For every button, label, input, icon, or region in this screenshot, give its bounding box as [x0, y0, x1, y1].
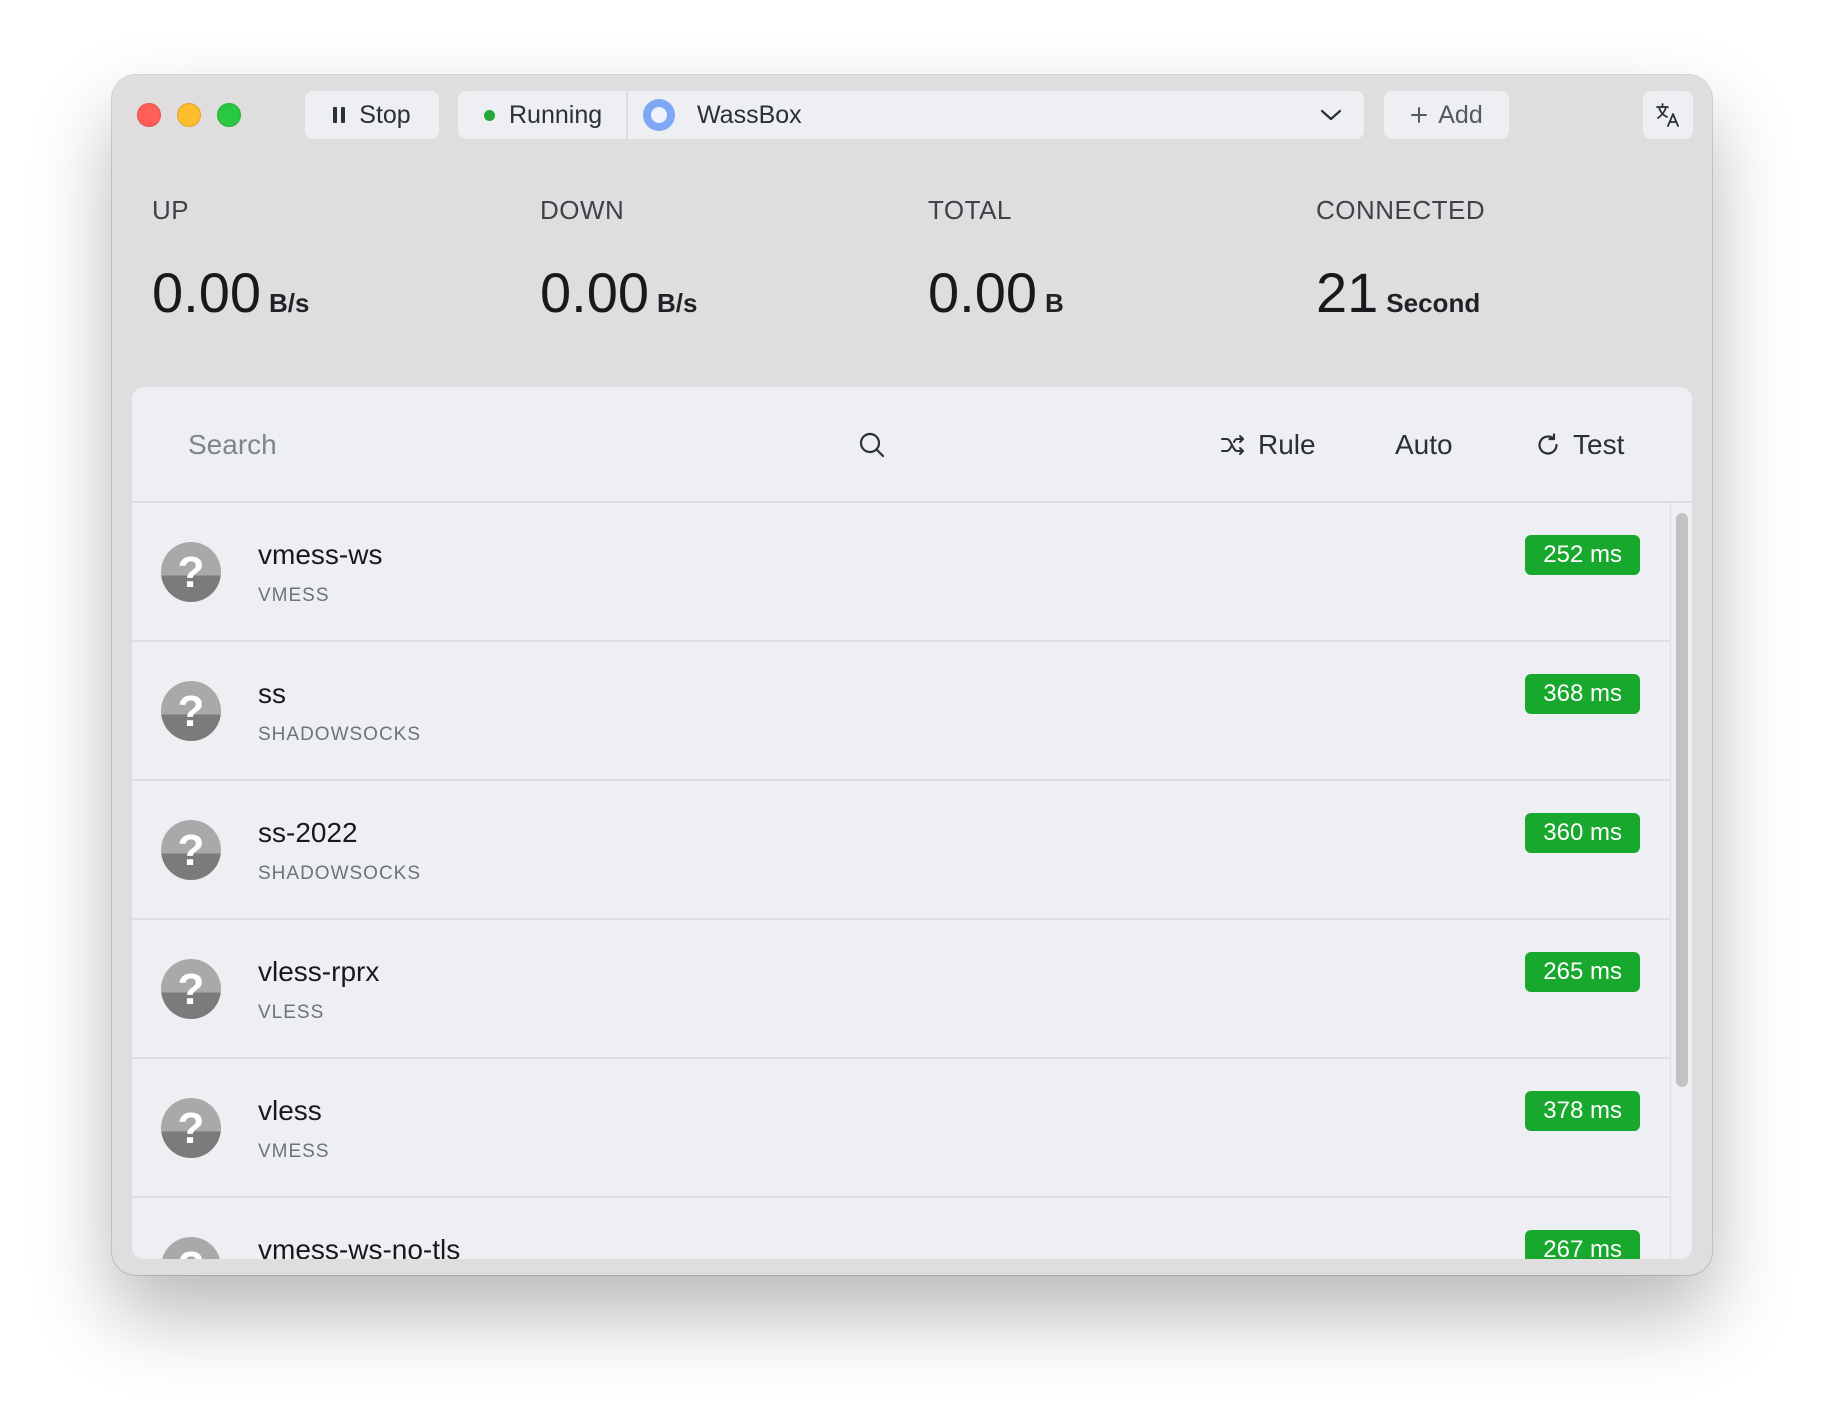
latency-badge[interactable]: 265 ms	[1525, 952, 1640, 992]
search-input[interactable]	[172, 417, 732, 473]
latency-badge[interactable]: 360 ms	[1525, 813, 1640, 853]
test-button[interactable]: Test	[1535, 423, 1624, 467]
profile-icon	[643, 99, 675, 131]
proxy-row[interactable]: ? ss-2022 SHADOWSOCKS 360 ms	[132, 781, 1670, 920]
chevron-down-icon	[1320, 109, 1342, 121]
proxy-panel: Rule Auto Test ? vmess-ws VMESS 252 ms	[132, 387, 1692, 1259]
shuffle-icon	[1221, 435, 1244, 455]
proxy-name: vmess-ws	[258, 539, 383, 570]
proxy-row[interactable]: ? vless VMESS 378 ms	[132, 1059, 1670, 1198]
proxy-row[interactable]: ? vmess-ws VMESS 252 ms	[132, 503, 1670, 642]
rule-mode-button[interactable]: Rule	[1220, 423, 1316, 467]
latency-badge[interactable]: 252 ms	[1525, 535, 1640, 575]
proxy-list: ? vmess-ws VMESS 252 ms ? ss SHADOWSOCKS…	[132, 503, 1670, 1259]
proxy-name: ss	[258, 678, 286, 709]
search-bar: Rule Auto Test	[132, 387, 1692, 503]
proxy-name: ss-2022	[258, 817, 358, 848]
latency-badge[interactable]: 378 ms	[1525, 1091, 1640, 1131]
unknown-node-icon: ?	[161, 820, 221, 880]
stat-connected: CONNECTED 21 Second	[1316, 195, 1485, 325]
proxy-type: SHADOWSOCKS	[258, 863, 422, 884]
add-button[interactable]: Add	[1384, 91, 1509, 139]
stat-up: UP 0.00 B/s	[152, 195, 309, 325]
zoom-window-button[interactable]	[217, 103, 241, 127]
auto-button[interactable]: Auto	[1395, 423, 1453, 467]
proxy-name: vless-rprx	[258, 956, 380, 987]
test-label: Test	[1573, 429, 1625, 460]
proxy-row[interactable]: ? vmess-ws-no-tls 267 ms	[132, 1198, 1670, 1259]
app-window: Stop Running WassBox Add UP 0.00 B/s DOW…	[112, 75, 1712, 1275]
stop-button[interactable]: Stop	[305, 91, 439, 139]
stop-label: Stop	[359, 100, 411, 129]
pause-icon	[333, 107, 346, 123]
translate-icon	[1656, 103, 1679, 127]
proxy-type: SHADOWSOCKS	[258, 724, 422, 745]
profile-selector[interactable]: Running WassBox	[458, 91, 1364, 139]
proxy-row[interactable]: ? vless-rprx VLESS 265 ms	[132, 920, 1670, 1059]
refresh-icon	[1538, 433, 1558, 455]
proxy-name: vless	[258, 1095, 322, 1126]
proxy-type: VMESS	[258, 585, 330, 606]
window-controls	[137, 103, 241, 127]
stat-connected-value: 21	[1316, 261, 1379, 324]
stat-connected-label: CONNECTED	[1316, 195, 1486, 225]
rule-label: Rule	[1258, 429, 1316, 460]
unknown-node-icon: ?	[161, 959, 221, 1019]
status-indicator: Running	[458, 91, 628, 139]
stat-up-value: 0.00	[152, 261, 261, 324]
stat-connected-unit: Second	[1386, 288, 1481, 318]
stat-total-unit: B	[1045, 288, 1064, 318]
status-dot-icon	[484, 109, 495, 121]
unknown-node-icon: ?	[161, 681, 221, 741]
unknown-node-icon: ?	[161, 1098, 221, 1158]
minimize-window-button[interactable]	[177, 103, 201, 127]
stat-down: DOWN 0.00 B/s	[540, 195, 697, 325]
profile-dropdown[interactable]: WassBox	[628, 91, 1364, 139]
scrollbar-thumb[interactable]	[1676, 513, 1688, 1087]
proxy-type: VMESS	[258, 1141, 330, 1162]
status-label: Running	[509, 100, 603, 129]
add-label: Add	[1438, 100, 1483, 129]
unknown-node-icon: ?	[161, 1237, 221, 1259]
proxy-name: vmess-ws-no-tls	[258, 1234, 461, 1259]
stat-down-unit: B/s	[657, 288, 698, 318]
proxy-row[interactable]: ? ss SHADOWSOCKS 368 ms	[132, 642, 1670, 781]
close-window-button[interactable]	[137, 103, 161, 127]
plus-icon	[1411, 107, 1428, 123]
latency-badge[interactable]: 368 ms	[1525, 674, 1640, 714]
scrollbar[interactable]	[1670, 503, 1692, 1259]
stat-down-label: DOWN	[540, 195, 625, 225]
unknown-node-icon: ?	[161, 542, 221, 602]
auto-label: Auto	[1395, 429, 1453, 460]
proxy-type: VLESS	[258, 1002, 325, 1023]
stat-up-unit: B/s	[269, 288, 310, 318]
stat-total: TOTAL 0.00 B	[928, 195, 1064, 325]
stat-total-value: 0.00	[928, 261, 1037, 324]
stat-total-label: TOTAL	[928, 195, 1012, 225]
stat-down-value: 0.00	[540, 261, 649, 324]
translate-button[interactable]	[1643, 91, 1693, 139]
search-icon[interactable]	[858, 431, 886, 459]
latency-badge[interactable]: 267 ms	[1525, 1230, 1640, 1259]
stat-up-label: UP	[152, 195, 190, 225]
profile-name: WassBox	[697, 100, 802, 129]
